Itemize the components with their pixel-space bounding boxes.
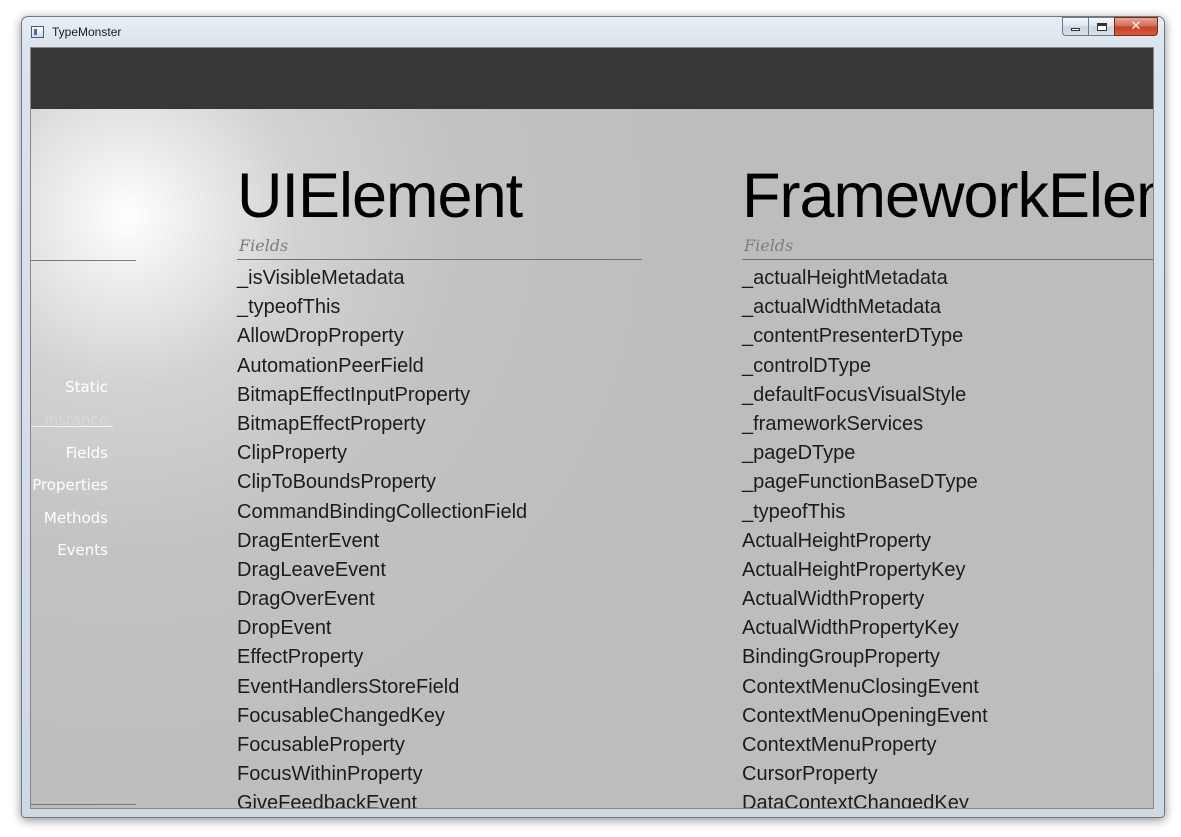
member-item[interactable]: ActualHeightPropertyKey: [742, 556, 988, 585]
sidebar-divider-bottom: [31, 804, 136, 805]
section-label: Fields: [744, 236, 794, 255]
sidebar-separator: [31, 426, 113, 427]
maximize-icon: [1096, 22, 1107, 31]
type-title: UIElement: [237, 161, 523, 231]
member-item[interactable]: ClipProperty: [237, 439, 527, 468]
member-item[interactable]: _typeofThis: [742, 498, 988, 527]
sidebar-item-static[interactable]: Static: [31, 378, 108, 396]
member-item[interactable]: _pageDType: [742, 439, 988, 468]
member-item[interactable]: _controlDType: [742, 352, 988, 381]
member-item[interactable]: BindingGroupProperty: [742, 643, 988, 672]
member-item[interactable]: _contentPresenterDType: [742, 322, 988, 351]
member-item[interactable]: ActualWidthPropertyKey: [742, 614, 988, 643]
member-item[interactable]: ActualHeightProperty: [742, 527, 988, 556]
member-item[interactable]: ClipToBoundsProperty: [237, 468, 527, 497]
member-item[interactable]: ContextMenuOpeningEvent: [742, 702, 988, 731]
member-item[interactable]: _defaultFocusVisualStyle: [742, 381, 988, 410]
minimize-icon: [1071, 28, 1080, 31]
member-item[interactable]: DragLeaveEvent: [237, 556, 527, 585]
member-item[interactable]: _typeofThis: [237, 293, 527, 322]
member-item[interactable]: DragOverEvent: [237, 585, 527, 614]
member-list: _actualHeightMetadata _actualWidthMetadat…: [742, 264, 988, 808]
sidebar-item-events[interactable]: Events: [31, 541, 108, 559]
close-button[interactable]: ✕: [1114, 17, 1158, 36]
member-item[interactable]: DropEvent: [237, 614, 527, 643]
member-list: _isVisibleMetadata _typeofThis AllowDropPr…: [237, 264, 527, 808]
member-item[interactable]: EffectProperty: [237, 643, 527, 672]
app-icon[interactable]: [31, 26, 44, 38]
maximize-button[interactable]: [1088, 17, 1114, 36]
member-item[interactable]: DragEnterEvent: [237, 527, 527, 556]
member-item[interactable]: BitmapEffectInputProperty: [237, 381, 527, 410]
minimize-button[interactable]: [1062, 17, 1088, 36]
sidebar-item-methods[interactable]: Methods: [31, 509, 108, 527]
title-bar[interactable]: TypeMonster ✕: [22, 17, 1164, 47]
member-item[interactable]: FocusableProperty: [237, 731, 527, 760]
member-item[interactable]: CommandBindingCollectionField: [237, 498, 527, 527]
type-title: FrameworkElement: [742, 161, 1153, 231]
member-item[interactable]: EventHandlersStoreField: [237, 673, 527, 702]
member-item[interactable]: _actualHeightMetadata: [742, 264, 988, 293]
member-item[interactable]: FocusWithinProperty: [237, 760, 527, 789]
close-icon: ✕: [1130, 19, 1142, 34]
member-item[interactable]: _isVisibleMetadata: [237, 264, 527, 293]
member-item[interactable]: _pageFunctionBaseDType: [742, 468, 988, 497]
member-item[interactable]: _actualWidthMetadata: [742, 293, 988, 322]
caption-buttons: ✕: [1062, 17, 1158, 37]
member-item[interactable]: ContextMenuClosingEvent: [742, 673, 988, 702]
member-item[interactable]: DataContextChangedKey: [742, 789, 988, 808]
client-area: Static Instance Fields Properties Method…: [30, 47, 1154, 809]
section-rule: [742, 259, 1153, 260]
member-item[interactable]: _frameworkServices: [742, 410, 988, 439]
member-item[interactable]: GiveFeedbackEvent: [237, 789, 527, 808]
app-window: TypeMonster ✕ Static Instance Fields Pro…: [21, 16, 1165, 818]
sidebar-divider-top: [31, 260, 136, 261]
member-item[interactable]: ActualWidthProperty: [742, 585, 988, 614]
member-item[interactable]: AutomationPeerField: [237, 352, 527, 381]
member-item[interactable]: ContextMenuProperty: [742, 731, 988, 760]
member-item[interactable]: BitmapEffectProperty: [237, 410, 527, 439]
window-title: TypeMonster: [52, 25, 122, 39]
section-rule: [237, 259, 642, 260]
section-label: Fields: [239, 236, 289, 255]
member-item[interactable]: CursorProperty: [742, 760, 988, 789]
sidebar-item-properties[interactable]: Properties: [31, 476, 108, 494]
top-bar: [31, 48, 1153, 109]
member-item[interactable]: AllowDropProperty: [237, 322, 527, 351]
sidebar-item-fields[interactable]: Fields: [31, 444, 108, 462]
member-item[interactable]: FocusableChangedKey: [237, 702, 527, 731]
